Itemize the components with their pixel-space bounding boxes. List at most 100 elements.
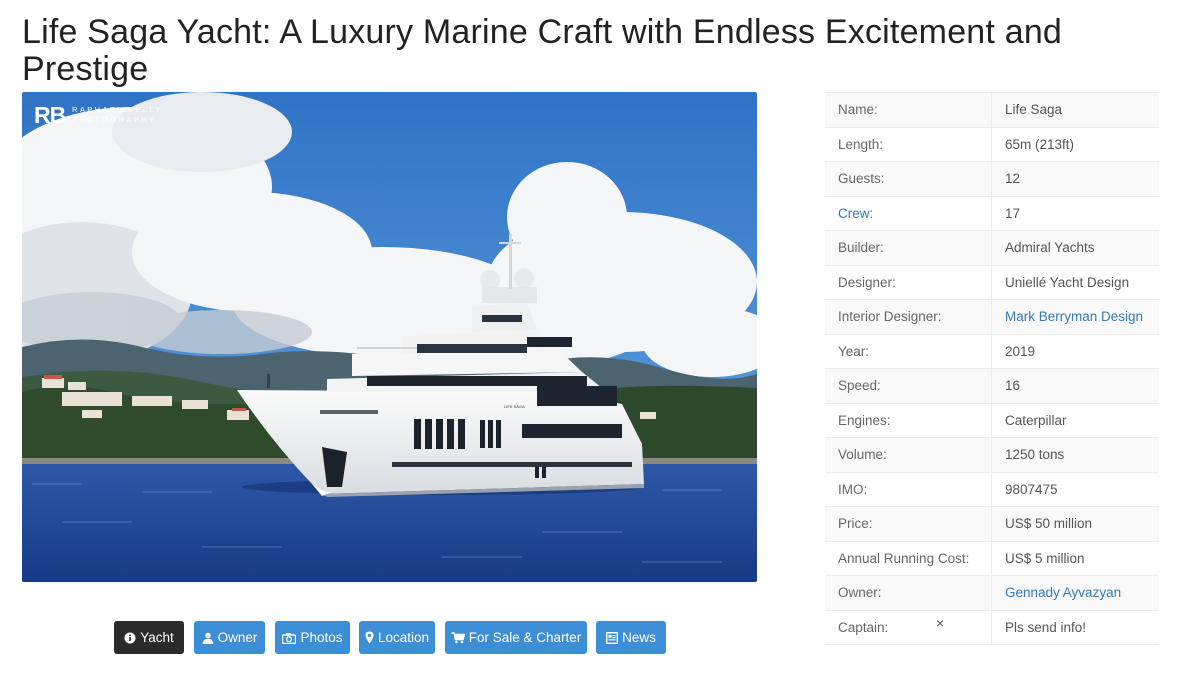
- spec-label-text: Annual Running Cost:: [838, 550, 970, 566]
- camera-icon: [282, 632, 297, 644]
- info-circle-icon: [124, 632, 136, 644]
- spec-row: Engines: Caterpillar: [825, 402, 1159, 438]
- spec-label-text: Speed:: [838, 378, 881, 394]
- spec-value-text: Caterpillar: [1005, 412, 1067, 428]
- page-title: Life Saga Yacht: A Luxury Marine Craft w…: [22, 13, 1063, 88]
- spec-value: 12: [991, 161, 1159, 196]
- spec-value: 17: [991, 195, 1159, 231]
- tab-location[interactable]: Location: [359, 621, 435, 654]
- spec-label-text: Volume:: [838, 447, 887, 463]
- spec-value-text[interactable]: Gennady Ayvazyan: [1005, 585, 1121, 600]
- spec-row: Designer: Uniellé Yacht Design: [825, 264, 1159, 300]
- spec-label: Engines:: [825, 402, 992, 438]
- spec-value-text: US$ 50 million: [1005, 516, 1093, 532]
- spec-value[interactable]: Mark Berryman Design: [991, 299, 1159, 334]
- spec-value-text: 9807475: [1005, 481, 1058, 497]
- tab-yacht[interactable]: Yacht: [114, 621, 184, 654]
- spec-label: Name:: [825, 92, 992, 127]
- spec-value: Caterpillar: [991, 402, 1159, 438]
- spec-row: Volume: 1250 tons: [825, 437, 1159, 472]
- spec-row: Guests: 12: [825, 161, 1159, 196]
- spec-label: Annual Running Cost:: [825, 540, 992, 576]
- user-icon: [202, 632, 214, 644]
- spec-label-text: Interior Designer:: [838, 309, 942, 325]
- spec-label: Designer:: [825, 264, 992, 300]
- spec-value: 1250 tons: [991, 437, 1159, 472]
- spec-row: Length: 65m (213ft): [825, 126, 1159, 162]
- tab-label: Location: [377, 630, 430, 645]
- spec-label-text: Captain:: [838, 619, 889, 635]
- watermark-text: RAPHAEL BELLY PHOTOGRAPHY: [72, 105, 163, 124]
- spec-row: Name: Life Saga: [825, 92, 1159, 127]
- spec-label: Volume:: [825, 437, 992, 472]
- tab-label: For Sale & Charter: [468, 630, 582, 645]
- spec-value-text: 2019: [1005, 343, 1036, 359]
- spec-row: Speed: 16: [825, 368, 1159, 403]
- watermark-logo: RB RAPHAEL BELLY PHOTOGRAPHY: [34, 102, 163, 128]
- close-icon[interactable]: ×: [936, 615, 944, 631]
- shopping-cart-icon: [451, 631, 465, 644]
- spec-label: Owner:: [825, 575, 992, 610]
- spec-value: Uniellé Yacht Design: [991, 264, 1159, 300]
- tab-label: Yacht: [140, 630, 174, 645]
- tab-owner[interactable]: Owner: [194, 621, 265, 654]
- spec-value[interactable]: Gennady Ayvazyan: [991, 575, 1159, 610]
- tab-label: Owner: [217, 630, 258, 645]
- spec-label-text: Owner:: [838, 585, 882, 601]
- spec-value-text: Admiral Yachts: [1005, 240, 1095, 256]
- spec-value: 2019: [991, 333, 1159, 369]
- spec-row: Price: US$ 50 million: [825, 506, 1159, 541]
- spec-label: Length:: [825, 126, 992, 162]
- spec-row: Crew: 17: [825, 195, 1159, 231]
- spec-value-text: 16: [1005, 378, 1021, 394]
- spec-value: 9807475: [991, 471, 1159, 507]
- spec-label-text: Builder:: [838, 240, 884, 256]
- spec-value-text[interactable]: Mark Berryman Design: [1005, 309, 1143, 324]
- spec-label-text: Guests:: [838, 171, 885, 187]
- spec-label-text: IMO:: [838, 481, 868, 497]
- yacht-photo: LIFE SAGA RB RAPHAEL BELLY PHOTOGRAPHY: [22, 92, 757, 582]
- spec-value-text: 65m (213ft): [1005, 136, 1075, 152]
- spec-row: IMO: 9807475: [825, 471, 1159, 507]
- tab-label: Photos: [300, 630, 343, 645]
- specs-table: Name: Life Saga Length: 65m (213ft) Guests: 1…: [825, 92, 1159, 645]
- spec-value: 65m (213ft): [991, 126, 1159, 162]
- spec-label: IMO:: [825, 471, 992, 507]
- spec-label-text: Engines:: [838, 412, 891, 428]
- newspaper-icon: [606, 631, 619, 644]
- spec-value-text: 1250 tons: [1005, 447, 1065, 463]
- spec-label-text: Designer:: [838, 274, 896, 290]
- spec-label[interactable]: Crew:: [825, 195, 992, 231]
- spec-row: Builder: Admiral Yachts: [825, 230, 1159, 265]
- map-marker-icon: [365, 631, 374, 644]
- spec-label: Builder:: [825, 230, 992, 265]
- spec-label-text: Price:: [838, 516, 873, 532]
- tab-photos[interactable]: Photos: [275, 621, 350, 654]
- spec-label-text: Length:: [838, 136, 884, 152]
- spec-row: Captain: × Pls send info!: [825, 609, 1159, 645]
- spec-value: Admiral Yachts: [991, 230, 1159, 265]
- spec-label: Price:: [825, 506, 992, 541]
- tab-news[interactable]: News: [596, 621, 666, 654]
- spec-value-text: Life Saga: [1005, 102, 1063, 118]
- spec-label: Captain: ×: [825, 609, 992, 645]
- spec-row: Annual Running Cost: US$ 5 million: [825, 540, 1159, 576]
- spec-value-text: 17: [1005, 205, 1021, 221]
- spec-value: Life Saga: [991, 92, 1159, 127]
- spec-value: US$ 5 million: [991, 540, 1159, 576]
- spec-value: Pls send info!: [991, 609, 1159, 645]
- spec-label: Speed:: [825, 368, 992, 403]
- spec-value-text: US$ 5 million: [1005, 550, 1085, 566]
- spec-value: 16: [991, 368, 1159, 403]
- spec-label: Interior Designer:: [825, 299, 992, 334]
- hull-name: LIFE SAGA: [504, 404, 525, 409]
- spec-value-text: Pls send info!: [1005, 619, 1087, 635]
- spec-value-text: 12: [1005, 171, 1021, 187]
- spec-value: US$ 50 million: [991, 506, 1159, 541]
- spec-label-text[interactable]: Crew:: [838, 206, 873, 221]
- tab-label: News: [622, 630, 656, 645]
- spec-row: Year: 2019: [825, 333, 1159, 369]
- spec-label-text: Name:: [838, 102, 878, 118]
- tab-for-sale-charter[interactable]: For Sale & Charter: [445, 621, 587, 654]
- spec-row: Owner: Gennady Ayvazyan: [825, 575, 1159, 610]
